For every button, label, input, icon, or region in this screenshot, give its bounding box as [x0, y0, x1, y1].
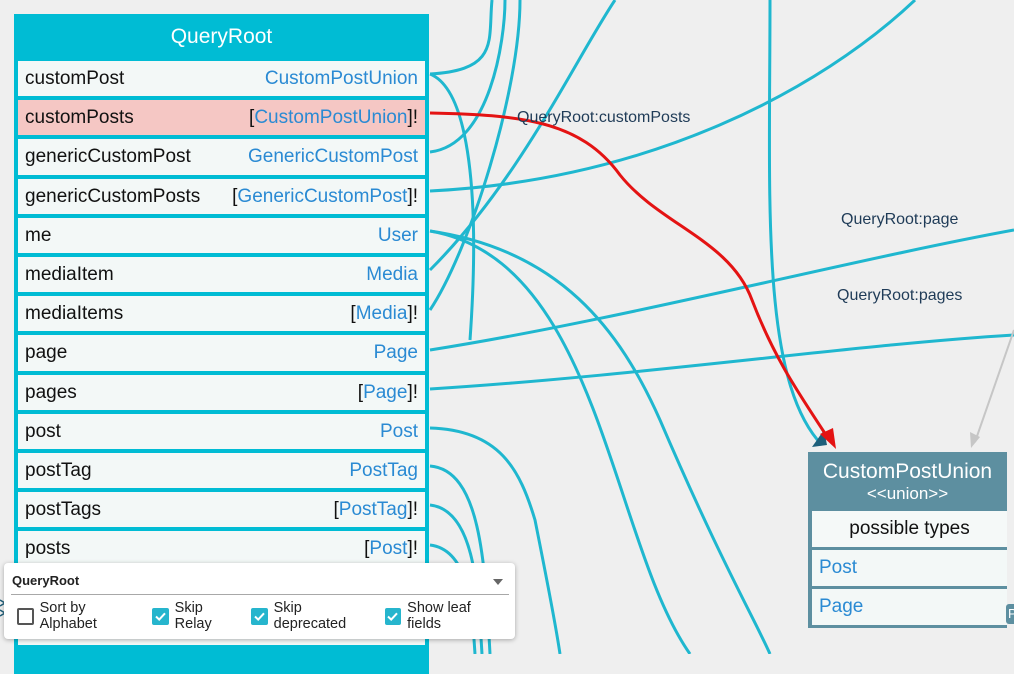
- edge-mediaItem[interactable]: [428, 0, 617, 272]
- checkbox-unchecked-icon[interactable]: [17, 607, 34, 625]
- field-row-mediaItem[interactable]: mediaItem Media: [18, 256, 425, 293]
- type-link[interactable]: Page: [363, 382, 407, 403]
- edge-customPost[interactable]: [429, 0, 494, 76]
- edge-gray-incoming[interactable]: [974, 329, 1014, 443]
- field-name: customPosts: [25, 107, 134, 129]
- union-subtitle: <<union>>: [866, 484, 949, 503]
- field-row-post[interactable]: post Post: [18, 413, 425, 449]
- field-row-postTag[interactable]: postTag PostTag: [18, 452, 425, 489]
- chevron-down-icon[interactable]: [493, 579, 503, 585]
- field-name: me: [25, 224, 52, 246]
- field-type: [GenericCustomPost]!: [232, 185, 418, 207]
- field-type: [Post]!: [364, 538, 418, 560]
- type-link[interactable]: Media: [356, 303, 408, 324]
- settings-options: Sort by Alphabet Skip Relay Skip depreca…: [17, 600, 515, 632]
- field-name: postTags: [25, 499, 102, 521]
- type-link[interactable]: CustomPostUnion: [265, 68, 418, 89]
- checkbox-checked-icon[interactable]: [251, 607, 268, 625]
- field-row-pages[interactable]: pages [Page]!: [18, 374, 425, 410]
- checkbox-checked-icon[interactable]: [384, 607, 402, 625]
- edge-pages[interactable]: [429, 333, 1014, 391]
- option-show-leaf-fields[interactable]: Show leaf fields: [384, 600, 506, 632]
- option-label: Sort by Alphabet: [39, 600, 97, 632]
- checkbox-checked-icon[interactable]: [152, 607, 169, 625]
- field-name: posts: [25, 538, 71, 560]
- field-name: pages: [25, 381, 77, 403]
- option-sort-by-alphabet[interactable]: Sort by Alphabet: [17, 600, 143, 632]
- field-row-genericCustomPosts[interactable]: genericCustomPosts [GenericCustomPost]!: [18, 178, 425, 214]
- field-name: postTag: [25, 459, 92, 481]
- possible-types-heading: possible types: [812, 511, 1007, 547]
- edge-label-customPosts[interactable]: QueryRoot:customPosts: [517, 109, 690, 126]
- queryroot-fields: customPost CustomPostUnion customPosts […: [18, 61, 425, 649]
- field-type: Post: [380, 414, 418, 449]
- edge-label-pages[interactable]: QueryRoot:pages: [837, 287, 962, 304]
- field-type: [CustomPostUnion]!: [249, 107, 418, 129]
- field-name: genericCustomPost: [25, 146, 191, 168]
- custompostunion-node[interactable]: CustomPostUnion <<union>> possible types…: [808, 452, 1007, 628]
- field-row-postTags[interactable]: postTags [PostTag]!: [18, 492, 425, 528]
- union-header[interactable]: CustomPostUnion <<union>>: [810, 454, 1005, 510]
- type-link[interactable]: Post: [369, 538, 407, 559]
- field-name: genericCustomPosts: [25, 185, 201, 207]
- field-row-me[interactable]: me User: [18, 217, 425, 253]
- field-type: User: [378, 218, 418, 253]
- field-row-posts[interactable]: posts [Post]!: [18, 531, 425, 567]
- option-skip-deprecated[interactable]: Skip deprecated: [251, 600, 376, 632]
- field-row-customPost[interactable]: customPost CustomPostUnion: [18, 61, 425, 97]
- field-type: [Page]!: [357, 381, 418, 403]
- field-type: [PostTag]!: [333, 499, 419, 521]
- field-row-genericCustomPost[interactable]: genericCustomPost GenericCustomPost: [18, 139, 425, 175]
- field-name: mediaItems: [25, 303, 124, 325]
- edge-to-union-main[interactable]: [767, 0, 824, 447]
- type-link[interactable]: GenericCustomPost: [248, 146, 418, 167]
- option-label: Show leaf fields: [407, 600, 471, 632]
- field-type: GenericCustomPost: [248, 139, 418, 174]
- union-type-post[interactable]: Post: [812, 550, 1007, 586]
- field-name: post: [25, 420, 61, 442]
- type-link[interactable]: Post: [380, 421, 418, 442]
- union-title: CustomPostUnion: [822, 460, 993, 483]
- edge-genericCustomPost[interactable]: [429, 0, 507, 154]
- field-type: [Media]!: [350, 303, 418, 325]
- option-label: Skip deprecated: [273, 600, 347, 632]
- root-type-select[interactable]: QueryRoot: [11, 569, 509, 595]
- queryroot-title[interactable]: QueryRoot: [16, 16, 427, 58]
- field-row-page[interactable]: page Page: [18, 335, 425, 371]
- option-skip-relay[interactable]: Skip Relay: [152, 600, 242, 632]
- root-type-value: QueryRoot: [12, 573, 80, 588]
- offscreen-node-stub[interactable]: P: [1006, 604, 1014, 624]
- field-row-mediaItems[interactable]: mediaItems [Media]!: [18, 296, 425, 332]
- option-label: Skip Relay: [174, 600, 212, 632]
- field-type: Media: [366, 257, 418, 292]
- edge-label-page[interactable]: QueryRoot:page: [841, 211, 959, 228]
- field-row-customPosts[interactable]: customPosts [CustomPostUnion]!: [18, 100, 425, 136]
- settings-panel: QueryRoot Sort by Alphabet Skip Relay Sk…: [4, 563, 515, 639]
- union-type-page[interactable]: Page: [812, 589, 1007, 625]
- type-link[interactable]: Media: [366, 264, 418, 285]
- type-link[interactable]: PostTag: [349, 460, 418, 481]
- field-type: PostTag: [349, 453, 418, 488]
- type-link[interactable]: CustomPostUnion: [254, 107, 407, 128]
- field-name: mediaItem: [25, 263, 114, 285]
- type-link[interactable]: User: [378, 225, 418, 246]
- type-link[interactable]: Page: [374, 342, 418, 363]
- type-link[interactable]: GenericCustomPost: [237, 186, 407, 207]
- field-name: page: [25, 342, 68, 364]
- field-type: Page: [374, 335, 418, 370]
- field-type: CustomPostUnion: [265, 61, 418, 96]
- field-name: customPost: [25, 68, 125, 89]
- type-link[interactable]: PostTag: [339, 499, 408, 520]
